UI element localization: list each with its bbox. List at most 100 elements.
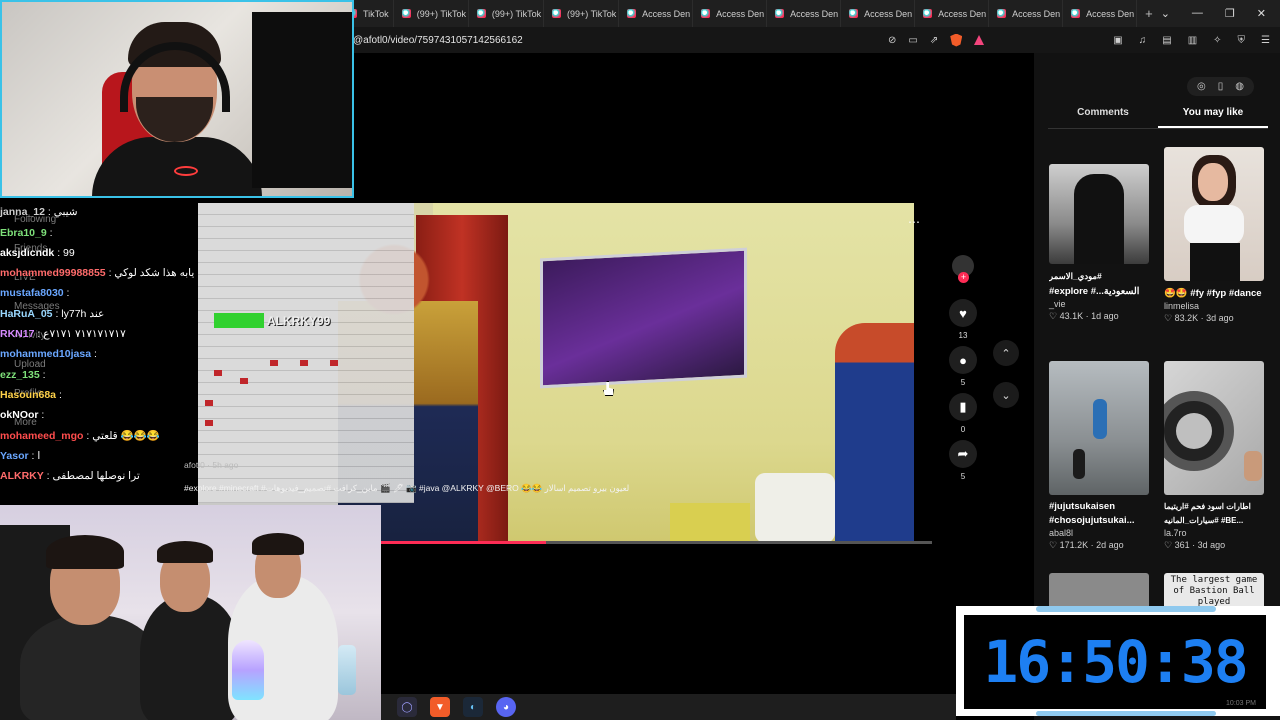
- video-thumbnail[interactable]: [1164, 361, 1264, 495]
- card-likes: 43.1K: [1059, 311, 1084, 321]
- tab-label: Access Den: [864, 8, 913, 19]
- globe-icon[interactable]: ◍: [1235, 81, 1244, 92]
- save-count: 0: [960, 425, 966, 434]
- chat-message: Yasor : ا: [0, 449, 41, 462]
- comment-icon[interactable]: ●: [949, 346, 977, 374]
- chat-message: HaRuA_05 : ly77h عند: [0, 307, 105, 320]
- tiktok-icon: [775, 9, 785, 18]
- url-text[interactable]: @afotl0/video/7597431057142566162: [353, 35, 523, 46]
- tab-label: Access Den: [790, 8, 839, 19]
- compass-icon[interactable]: ◎: [1197, 81, 1206, 92]
- card-icon[interactable]: ▥: [1188, 35, 1197, 46]
- chat-message: ezz_135 :: [0, 368, 46, 381]
- restore-icon[interactable]: ❐: [1225, 7, 1235, 20]
- overlay-marker: [205, 420, 213, 426]
- video-thumbnail[interactable]: [1049, 361, 1149, 495]
- overlay-marker: [205, 400, 213, 406]
- browser-tab[interactable]: Access Den: [841, 0, 916, 27]
- music-icon[interactable]: ♫: [1139, 35, 1147, 46]
- right-panel-tools: ◎ ▯ ◍: [1187, 77, 1254, 96]
- vpn-icon[interactable]: ⛨: [1238, 35, 1246, 46]
- recommended-card[interactable]: 🤩🤩 #fy #fyp #dance linmelisa ♡ 83.2K · 3…: [1164, 147, 1264, 324]
- chat-user: okNOor: [0, 409, 39, 422]
- follow-plus-icon[interactable]: +: [958, 272, 969, 283]
- browser-tab-bar: TikTok (99+) TikTok (99+) TikTok (99+) T…: [340, 0, 1280, 27]
- browser-tab[interactable]: Access Den: [1063, 0, 1138, 27]
- chat-text: ٧١٧١٧١٧١٧ ٧١٧١ع: [43, 328, 126, 341]
- next-video-button[interactable]: ⌄: [993, 382, 1019, 408]
- chat-message: mohameed_mgo : قلعتي 😂😂😂: [0, 429, 160, 442]
- chat-message: mustafa8030 :: [0, 287, 70, 300]
- brave-shield-icon[interactable]: [950, 33, 963, 47]
- video-scene-table: [670, 503, 750, 543]
- card-title: اطارات اسود فحم #اريتيما #سيارات_المانيه…: [1164, 502, 1251, 525]
- chat-text: شيبي: [53, 206, 78, 219]
- heart-icon[interactable]: ♥: [949, 299, 977, 327]
- video-thumbnail[interactable]: [1049, 164, 1149, 264]
- url-icons: ⊘ ▭ ⇗: [888, 33, 985, 47]
- chat-user: mustafa8030: [0, 287, 64, 300]
- browser-tab[interactable]: (99+) TikTok: [544, 0, 620, 27]
- card-user[interactable]: _vie: [1049, 299, 1149, 309]
- overlay-marker: [214, 370, 222, 376]
- card-user[interactable]: abal8l: [1049, 528, 1149, 538]
- card-user[interactable]: la.7ro: [1164, 528, 1264, 538]
- chevron-down-icon[interactable]: ⌄: [1161, 7, 1170, 20]
- browser-tab[interactable]: Access Den: [767, 0, 842, 27]
- menu-icon[interactable]: ☰: [1261, 35, 1270, 46]
- video-progress-bar[interactable]: [380, 541, 932, 544]
- video-thumbnail[interactable]: [1164, 147, 1264, 281]
- share-arrow-icon[interactable]: ➦: [949, 440, 977, 468]
- video-caption: #explore #minecraft #مابن_كرافت #تصميم_ف…: [184, 483, 630, 493]
- extension-icon[interactable]: ✧: [1213, 35, 1221, 46]
- sidebar-icon[interactable]: ▤: [1162, 35, 1171, 46]
- recommended-card[interactable]: مودي_الاسمر# #explore #...السعودية _vie …: [1049, 164, 1149, 322]
- guest-body: [20, 615, 160, 720]
- like-action[interactable]: ♥ 13: [949, 299, 977, 340]
- obs-icon[interactable]: ◯: [397, 697, 417, 717]
- share-icon[interactable]: ⇗: [930, 35, 938, 46]
- chat-message: Hasoun68a :: [0, 388, 62, 401]
- save-action[interactable]: ▮ 0: [949, 393, 977, 434]
- recommended-card[interactable]: اطارات اسود فحم #اريتيما #سيارات_المانيه…: [1164, 361, 1264, 551]
- new-tab-button[interactable]: +: [1137, 6, 1161, 21]
- no-translate-icon[interactable]: ⊘: [888, 35, 896, 46]
- brave-rewards-icon[interactable]: [974, 35, 985, 45]
- brave-icon[interactable]: ▼: [430, 697, 450, 717]
- minimize-icon[interactable]: —: [1192, 7, 1203, 20]
- share-action[interactable]: ➦ 5: [949, 440, 977, 481]
- overlay-marker: [300, 360, 308, 366]
- browser-tab[interactable]: Access Den: [989, 0, 1064, 27]
- chat-text: قلعتي 😂😂😂: [92, 429, 160, 442]
- window-controls: ⌄ — ❐ ✕: [1161, 7, 1280, 20]
- taskbar: ◯ ▼ ◐ ◕: [381, 694, 956, 720]
- more-options-icon[interactable]: ⋯: [908, 215, 920, 229]
- browser-tab[interactable]: Access Den: [915, 0, 990, 27]
- address-bar[interactable]: @afotl0/video/7597431057142566162 ⊘ ▭ ⇗ …: [340, 27, 1280, 53]
- system-time: 10:03 PM: [1226, 700, 1256, 707]
- wallet-icon[interactable]: ▣: [1113, 35, 1122, 46]
- overlay-marker: [330, 360, 338, 366]
- previous-video-button[interactable]: ⌃: [993, 340, 1019, 366]
- browser-tab[interactable]: (99+) TikTok: [469, 0, 545, 27]
- cast-icon[interactable]: ▭: [908, 35, 917, 46]
- card-date: 3d ago: [1197, 540, 1226, 550]
- tab-comments[interactable]: Comments: [1048, 107, 1158, 128]
- author-avatar[interactable]: +: [952, 255, 974, 283]
- browser-tab[interactable]: (99+) TikTok: [394, 0, 469, 27]
- bookmark-icon[interactable]: ▮: [949, 393, 977, 421]
- comment-action[interactable]: ● 5: [949, 346, 977, 387]
- tiktok-icon: [997, 9, 1007, 18]
- recommended-card[interactable]: #jujutsukaisen #chosojujutsukai... abal8…: [1049, 361, 1149, 551]
- tab-you-may-like[interactable]: You may like: [1158, 107, 1268, 128]
- guest-hair: [252, 533, 304, 555]
- discord-icon[interactable]: ◕: [496, 697, 516, 717]
- steam-icon[interactable]: ◐: [463, 697, 483, 717]
- browser-tab[interactable]: Access Den: [619, 0, 694, 27]
- chat-user: RKN17: [0, 328, 35, 341]
- phone-icon[interactable]: ▯: [1218, 81, 1224, 92]
- close-icon[interactable]: ✕: [1257, 7, 1266, 20]
- browser-tab[interactable]: Access Den: [693, 0, 768, 27]
- toolbar-icons: ▣ ♫ ▤ ▥ ✧ ⛨ ☰: [1113, 35, 1270, 46]
- card-user[interactable]: linmelisa: [1164, 301, 1264, 311]
